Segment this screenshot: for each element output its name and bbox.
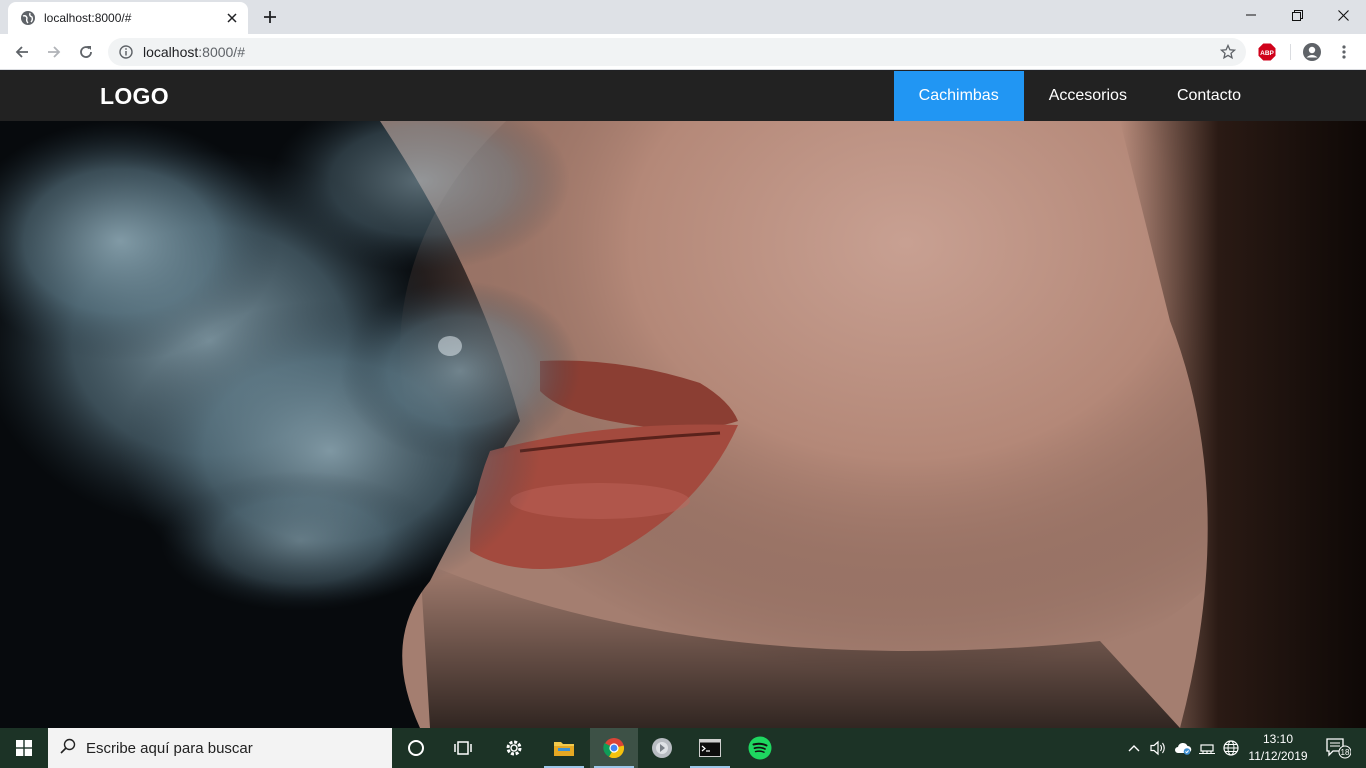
task-view-icon[interactable]: [440, 728, 488, 768]
reload-icon[interactable]: [72, 38, 100, 66]
url-host: localhost: [143, 44, 199, 60]
onedrive-cloud-icon[interactable]: [1172, 728, 1194, 768]
search-placeholder: Escribe aquí para buscar: [86, 739, 253, 757]
taskbar-clock[interactable]: 13:10 11/12/2019: [1244, 731, 1312, 765]
info-icon[interactable]: [118, 44, 134, 60]
bookmark-star-icon[interactable]: [1220, 44, 1236, 60]
tab-strip: localhost:8000/#: [0, 0, 1366, 34]
web-page: LOGO Cachimbas Accesorios Contacto: [0, 71, 1366, 728]
language-globe-icon[interactable]: [1220, 728, 1242, 768]
clock-date: 11/12/2019: [1248, 749, 1308, 763]
restore-icon[interactable]: [1274, 0, 1320, 30]
settings-icon[interactable]: [490, 728, 538, 768]
close-tab-icon[interactable]: [224, 10, 240, 26]
hero-photo-smoke-lips: [0, 121, 1366, 728]
nav-link-cachimbas[interactable]: Cachimbas: [893, 71, 1024, 121]
close-window-icon[interactable]: [1320, 0, 1366, 30]
site-nav: Cachimbas Accesorios Contacto: [893, 71, 1266, 121]
browser-tab[interactable]: localhost:8000/#: [8, 2, 248, 34]
audio-app-icon[interactable]: [638, 728, 686, 768]
file-explorer-icon[interactable]: [540, 728, 588, 768]
taskbar-search-box[interactable]: Escribe aquí para buscar: [48, 728, 392, 768]
url-path: :8000/#: [198, 44, 245, 60]
hero-image: [0, 121, 1366, 728]
menu-kebab-icon[interactable]: [1330, 38, 1358, 66]
windows-start-icon[interactable]: [0, 728, 48, 768]
globe-icon: [20, 10, 36, 26]
windows-taskbar: Escribe aquí para buscar 13:10 11/12/201…: [0, 728, 1366, 768]
clock-time: 13:10: [1262, 732, 1294, 746]
site-navbar: LOGO Cachimbas Accesorios Contacto: [0, 71, 1366, 121]
forward-arrow-icon[interactable]: [40, 38, 68, 66]
network-icon[interactable]: [1196, 728, 1218, 768]
terminal-icon[interactable]: [686, 728, 734, 768]
notification-count: 18: [1341, 748, 1350, 757]
cortana-icon[interactable]: [392, 728, 440, 768]
adblock-label: ABP: [1260, 50, 1274, 57]
new-tab-icon[interactable]: [258, 7, 282, 27]
minimize-icon[interactable]: [1228, 0, 1274, 30]
action-center-icon[interactable]: 18: [1318, 728, 1358, 768]
address-bar[interactable]: localhost:8000/#: [108, 38, 1246, 66]
browser-toolbar: localhost:8000/# ABP: [0, 34, 1366, 70]
nav-link-accesorios[interactable]: Accesorios: [1024, 71, 1152, 121]
spotify-icon[interactable]: [736, 728, 784, 768]
adblock-extension-icon[interactable]: ABP: [1258, 43, 1276, 61]
show-hidden-icons-chevron-icon[interactable]: [1124, 728, 1144, 768]
volume-icon[interactable]: [1146, 728, 1170, 768]
back-arrow-icon[interactable]: [8, 38, 36, 66]
toolbar-divider: [1290, 44, 1291, 60]
site-logo[interactable]: LOGO: [100, 83, 169, 110]
chrome-icon[interactable]: [590, 728, 638, 768]
search-icon: [60, 738, 76, 759]
nav-link-contacto[interactable]: Contacto: [1152, 71, 1266, 121]
tab-title: localhost:8000/#: [44, 11, 132, 25]
profile-avatar-icon[interactable]: [1298, 38, 1326, 66]
